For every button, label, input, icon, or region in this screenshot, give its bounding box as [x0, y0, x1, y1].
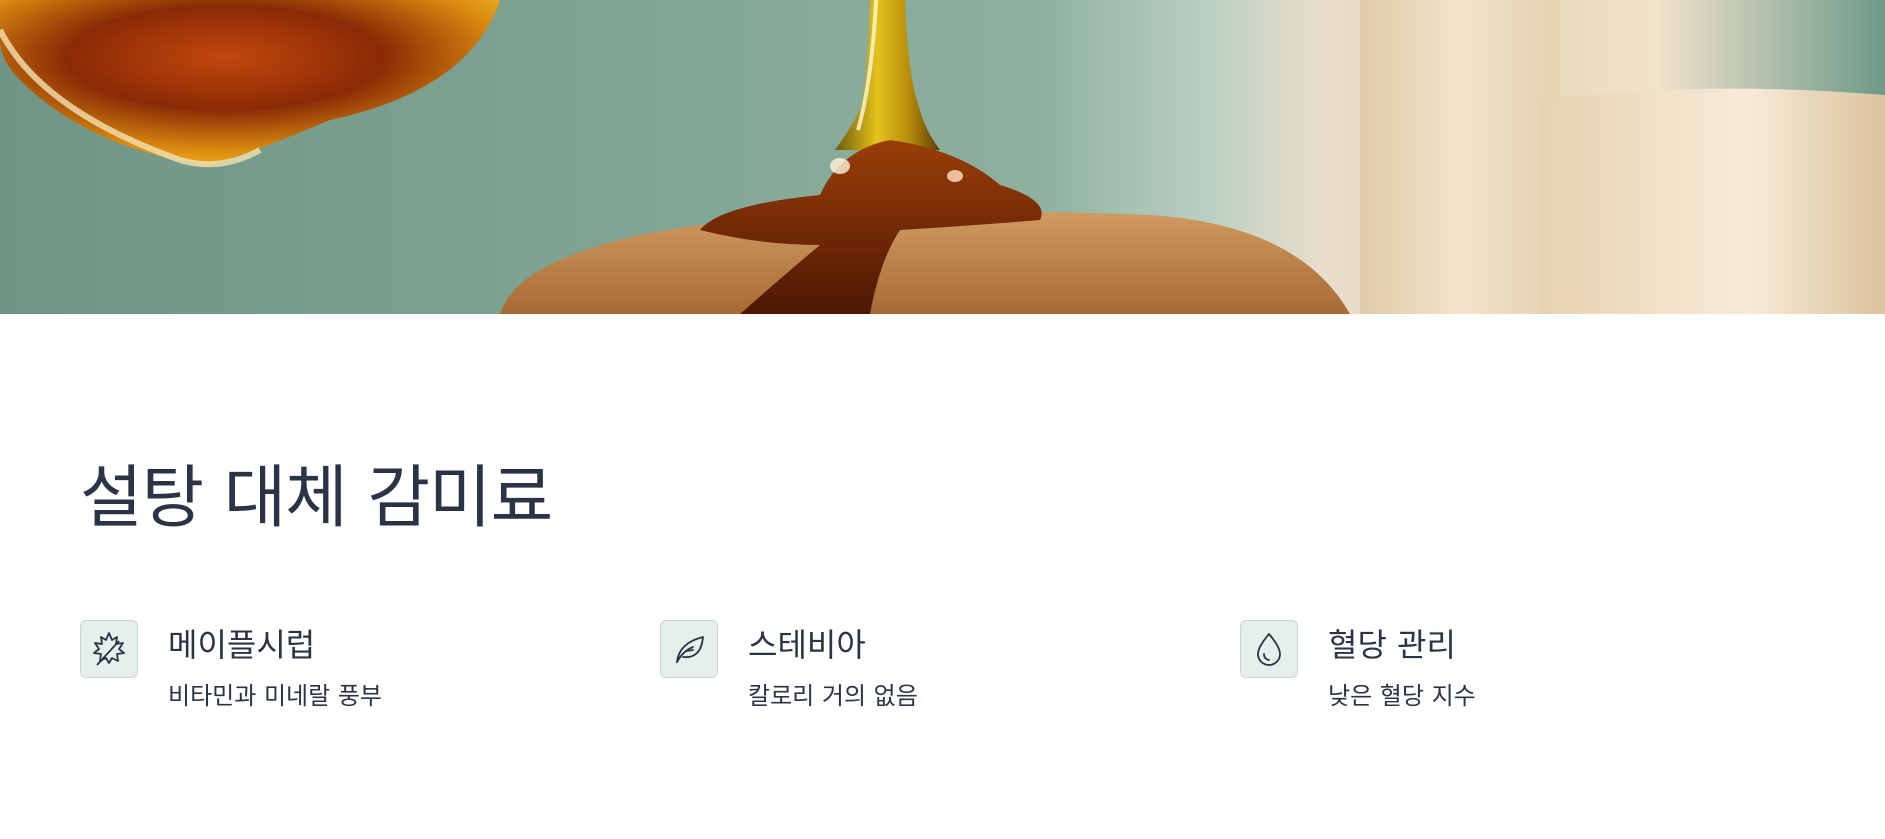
feature-title: 메이플시럽: [168, 626, 316, 664]
maple-leaf-icon: [80, 620, 138, 678]
feature-description: 칼로리 거의 없음: [748, 682, 918, 710]
feature-stevia: 스테비아 칼로리 거의 없음: [660, 620, 1160, 720]
feature-description: 비타민과 미네랄 풍부: [168, 682, 382, 710]
droplet-icon: [1240, 620, 1298, 678]
hero-illustration: [0, 0, 1885, 314]
feature-title: 스테비아: [748, 626, 866, 664]
leaf-icon: [660, 620, 718, 678]
feature-description: 낮은 혈당 지수: [1328, 682, 1476, 710]
feature-title: 혈당 관리: [1328, 626, 1456, 664]
hero-image: [0, 0, 1885, 314]
section-title: 설탕 대체 감미료: [80, 459, 553, 538]
feature-blood-sugar: 혈당 관리 낮은 혈당 지수: [1240, 620, 1740, 720]
feature-maple-syrup: 메이플시럽 비타민과 미네랄 풍부: [80, 620, 580, 720]
